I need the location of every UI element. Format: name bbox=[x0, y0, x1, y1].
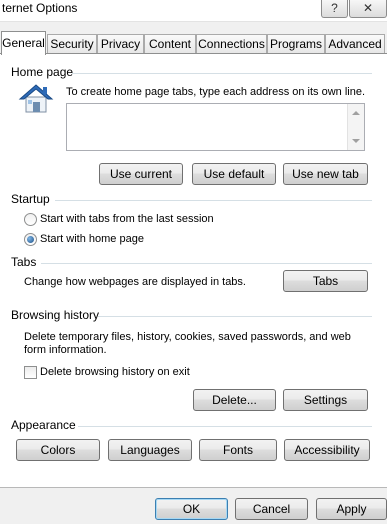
tab-security[interactable]: Security bbox=[47, 34, 97, 53]
accessibility-button[interactable]: Accessibility bbox=[284, 439, 370, 461]
help-button[interactable]: ? bbox=[321, 0, 348, 18]
home-page-scrollbar[interactable] bbox=[347, 104, 364, 150]
tab-general[interactable]: General bbox=[1, 31, 46, 55]
house-icon bbox=[18, 84, 54, 113]
close-button[interactable]: ✕ bbox=[349, 0, 387, 18]
browsing-history-divider bbox=[98, 316, 372, 317]
startup-radio-home-page[interactable] bbox=[24, 233, 37, 246]
tabs-settings-button[interactable]: Tabs bbox=[283, 270, 368, 292]
startup-radio-home-page-label: Start with home page bbox=[40, 233, 144, 245]
tab-advanced[interactable]: Advanced bbox=[325, 34, 385, 53]
colors-button[interactable]: Colors bbox=[16, 439, 100, 461]
tab-connections[interactable]: Connections bbox=[196, 34, 267, 53]
languages-button[interactable]: Languages bbox=[108, 439, 192, 461]
startup-radio-last-session[interactable] bbox=[24, 213, 37, 226]
browsing-history-description-line1: Delete temporary files, history, cookies… bbox=[24, 331, 351, 343]
tab-programs[interactable]: Programs bbox=[267, 34, 325, 53]
apply-button[interactable]: Apply bbox=[316, 498, 387, 520]
tabs-divider bbox=[41, 263, 372, 264]
tabs-header: Tabs bbox=[11, 255, 37, 269]
window-title: ternet Options bbox=[2, 1, 78, 15]
help-icon: ? bbox=[331, 1, 338, 15]
appearance-divider bbox=[78, 426, 372, 427]
home-page-divider bbox=[72, 73, 372, 74]
delete-history-button[interactable]: Delete... bbox=[193, 389, 276, 411]
scroll-up-icon[interactable] bbox=[352, 111, 360, 115]
startup-radio-last-session-label: Start with tabs from the last session bbox=[40, 213, 214, 225]
tabs-description: Change how webpages are displayed in tab… bbox=[24, 276, 246, 288]
close-icon: ✕ bbox=[362, 1, 374, 15]
home-page-description: To create home page tabs, type each addr… bbox=[66, 86, 366, 98]
use-current-button[interactable]: Use current bbox=[99, 163, 183, 185]
use-new-tab-button[interactable]: Use new tab bbox=[283, 163, 368, 185]
title-bar: ternet Options ? ✕ bbox=[0, 0, 387, 22]
ok-button[interactable]: OK bbox=[155, 498, 228, 520]
home-page-header: Home page bbox=[11, 65, 74, 79]
browsing-history-description-line2: form information. bbox=[24, 344, 107, 356]
tab-privacy[interactable]: Privacy bbox=[97, 34, 144, 53]
scroll-down-icon[interactable] bbox=[352, 139, 360, 143]
fonts-button[interactable]: Fonts bbox=[199, 439, 277, 461]
startup-header: Startup bbox=[11, 192, 50, 206]
browsing-history-header: Browsing history bbox=[11, 308, 100, 322]
delete-on-exit-label: Delete browsing history on exit bbox=[40, 366, 190, 378]
appearance-header: Appearance bbox=[11, 418, 76, 432]
home-page-textarea[interactable] bbox=[66, 103, 365, 151]
delete-on-exit-checkbox[interactable] bbox=[24, 366, 37, 379]
cancel-button[interactable]: Cancel bbox=[235, 498, 308, 520]
startup-divider bbox=[55, 200, 372, 201]
use-default-button[interactable]: Use default bbox=[192, 163, 276, 185]
history-settings-button[interactable]: Settings bbox=[283, 389, 368, 411]
tab-content[interactable]: Content bbox=[144, 34, 196, 53]
